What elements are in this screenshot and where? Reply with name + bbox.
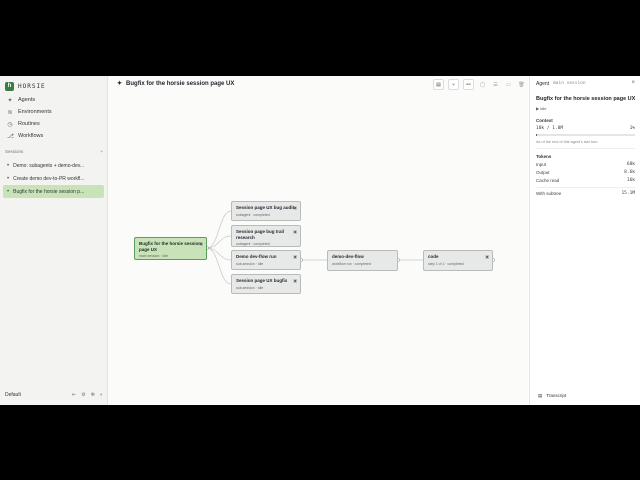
node-subtitle: subagent · completed bbox=[236, 212, 270, 217]
graph-node-bugfix[interactable]: Session page UX bugfix sub-session · idl… bbox=[231, 274, 301, 294]
session-item[interactable]: • Demo: subagents + demo-dev... bbox=[3, 159, 104, 172]
sparkle-icon: ✦ bbox=[7, 97, 13, 104]
node-title: Session page UX bug audit bbox=[236, 205, 295, 210]
transcript-label: Transcript bbox=[546, 393, 567, 398]
sidebar-item-environments[interactable]: ≋ Environments bbox=[3, 106, 104, 118]
sidebar-item-label: Environments bbox=[18, 109, 52, 115]
context-bar bbox=[536, 134, 635, 136]
expand-icon[interactable]: ▣ bbox=[293, 229, 297, 234]
clock-icon: ◷ bbox=[7, 121, 13, 128]
sidebar-footer: Default ⇤ ⚙ ✻ ◐ bbox=[5, 392, 103, 398]
subtree-value: 15.1M bbox=[621, 191, 635, 196]
context-label: Context bbox=[536, 118, 553, 123]
workspace-name[interactable]: Default bbox=[5, 392, 21, 398]
expand-icon[interactable]: ▣ bbox=[293, 278, 297, 283]
token-value: 8.6k bbox=[624, 170, 635, 175]
graph-node-root[interactable]: Bugfix for the horsie session page UX ma… bbox=[134, 237, 207, 260]
expand-icon[interactable]: ▣ bbox=[199, 241, 203, 246]
add-session-button[interactable]: + bbox=[100, 149, 103, 154]
agent-panel: Agent main session × Bugfix for the hors… bbox=[529, 76, 640, 405]
brand[interactable]: h HORSIE bbox=[5, 80, 46, 92]
node-title: demo-dev-flow bbox=[332, 254, 364, 259]
edge bbox=[206, 247, 232, 285]
collapse-icon[interactable]: ⇤ bbox=[72, 392, 76, 398]
bullet-icon: • bbox=[7, 162, 10, 169]
token-value: 16k bbox=[626, 178, 635, 183]
graph-node-code[interactable]: code step 1 of 1 · completed ▣ bbox=[423, 250, 493, 271]
node-subtitle: workflow run · completed bbox=[332, 261, 371, 266]
app-window: h HORSIE ✦ Agents ≋ Environments ◷ Routines… bbox=[0, 76, 640, 405]
node-subtitle: step 1 of 1 · completed bbox=[428, 261, 464, 266]
edge bbox=[206, 235, 232, 249]
sidebar-nav: ✦ Agents ≋ Environments ◷ Routines ⎇ Workflo… bbox=[3, 94, 104, 142]
context-section: Context 10k / 1.0M 1% As of the end of t… bbox=[536, 118, 635, 149]
sidebar-item-workflows[interactable]: ⎇ Workflows bbox=[3, 130, 104, 142]
node-subtitle: sub-session · idle bbox=[236, 261, 264, 266]
graph-node-research[interactable]: Session page bug trail research subagent… bbox=[231, 225, 301, 247]
context-pct: 1% bbox=[629, 126, 635, 131]
expand-icon[interactable]: ▣ bbox=[485, 254, 489, 259]
tokens-section: Tokens Input 68k Output 8.6k Cache read 16k… bbox=[536, 154, 635, 196]
sidebar-item-agents[interactable]: ✦ Agents bbox=[3, 94, 104, 106]
node-title: code bbox=[428, 254, 439, 259]
token-key: Cache read bbox=[536, 178, 560, 183]
agent-status-text: idle bbox=[540, 106, 547, 111]
panel-header: Agent main session bbox=[536, 81, 586, 87]
expand-icon[interactable]: ▣ bbox=[293, 205, 297, 210]
node-title: Bugfix for the horsie session page UX bbox=[139, 241, 202, 252]
tokens-label: Tokens bbox=[536, 154, 552, 159]
main-canvas: ✦ Bugfix for the horsie session page UX … bbox=[108, 76, 528, 405]
document-icon: ▤ bbox=[538, 393, 543, 398]
graph-node-demo-run[interactable]: Demo dev-flow run sub-session · idle ▣ bbox=[231, 250, 301, 270]
panel-header-title: Agent bbox=[536, 81, 550, 87]
play-icon: ▶ bbox=[536, 106, 540, 111]
gear-icon[interactable]: ⚙ bbox=[81, 392, 85, 398]
edge bbox=[206, 247, 232, 261]
context-used: 10k / 1.0M bbox=[536, 126, 564, 131]
sessions-title: Sessions bbox=[5, 149, 24, 154]
sidebar-item-label: Agents bbox=[18, 97, 36, 103]
graph-node-flow[interactable]: demo-dev-flow workflow run · completed bbox=[327, 250, 398, 271]
transcript-link[interactable]: ▤ Transcript bbox=[538, 393, 566, 399]
logo-icon: h bbox=[5, 81, 14, 91]
theme-icon[interactable]: ◐ bbox=[100, 392, 103, 398]
token-value: 68k bbox=[626, 162, 635, 167]
agent-title: Bugfix for the horsie session page UX bbox=[536, 96, 636, 102]
subtree-key: With subtree bbox=[536, 191, 562, 196]
node-title: Demo dev-flow run bbox=[236, 254, 277, 259]
node-subtitle: subagent · completed bbox=[236, 242, 270, 246]
expand-icon[interactable]: ▣ bbox=[293, 254, 297, 259]
agent-status: ▶ idle bbox=[536, 106, 546, 111]
session-label: Create demo dev-to-PR workfl... bbox=[13, 175, 85, 182]
node-title: Session page UX bugfix bbox=[236, 278, 288, 283]
sidebar: h HORSIE ✦ Agents ≋ Environments ◷ Routines… bbox=[0, 76, 108, 405]
bullet-icon: • bbox=[7, 175, 10, 182]
close-icon[interactable]: × bbox=[631, 80, 635, 86]
token-key: Output bbox=[536, 170, 550, 175]
bullet-icon: • bbox=[7, 188, 10, 195]
session-list: • Demo: subagents + demo-dev... • Create d… bbox=[3, 159, 104, 198]
session-label: Demo: subagents + demo-dev... bbox=[13, 162, 85, 169]
node-subtitle: main session · idle bbox=[139, 254, 168, 258]
session-item-active[interactable]: • Bugfix for the horsie session p... bbox=[3, 185, 104, 198]
context-note: As of the end of this agent's last turn. bbox=[536, 139, 599, 144]
graph-node-audit[interactable]: Session page UX bug audit subagent · com… bbox=[231, 201, 301, 221]
sessions-header: Sessions + bbox=[5, 149, 103, 154]
session-label: Bugfix for the horsie session p... bbox=[13, 188, 85, 195]
sidebar-item-routines[interactable]: ◷ Routines bbox=[3, 118, 104, 130]
workflow-icon: ⎇ bbox=[7, 133, 14, 140]
panel-header-sub: main session bbox=[553, 81, 586, 86]
context-bar-fill bbox=[536, 134, 537, 136]
brand-name: HORSIE bbox=[18, 82, 46, 90]
sidebar-item-label: Workflows bbox=[18, 133, 44, 139]
token-key: Input bbox=[536, 162, 547, 167]
session-item[interactable]: • Create demo dev-to-PR workfl... bbox=[3, 172, 104, 185]
node-title: Session page bug trail research bbox=[236, 229, 285, 240]
settings-icon[interactable]: ✻ bbox=[91, 392, 95, 398]
sidebar-item-label: Routines bbox=[18, 121, 40, 127]
layers-icon: ≋ bbox=[7, 109, 13, 116]
node-subtitle: sub-session · idle bbox=[236, 285, 264, 290]
